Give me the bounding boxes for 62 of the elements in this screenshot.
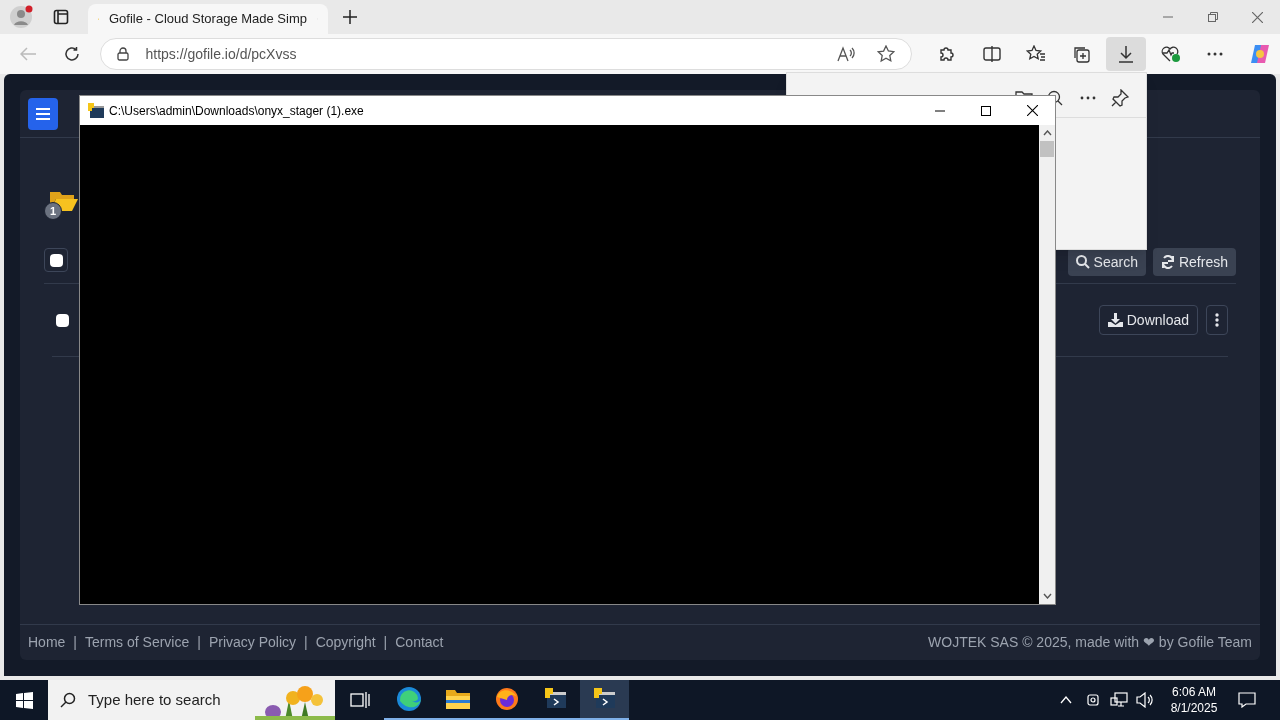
footer-link[interactable]: Contact xyxy=(395,632,444,653)
window-title: C:\Users\admin\Downloads\onyx_stager (1).exe xyxy=(109,102,365,120)
profile-icon[interactable] xyxy=(9,4,35,30)
footer-link[interactable]: Home xyxy=(28,632,66,653)
star-icon[interactable] xyxy=(876,45,895,63)
taskbar-search-box[interactable]: Type here to search xyxy=(48,680,335,720)
separator: | xyxy=(197,633,201,652)
browser-tab[interactable]: Gofile - Cloud Storage Made Simp xyxy=(88,4,328,34)
scrollbar-thumb[interactable] xyxy=(1040,141,1054,157)
refresh-icon xyxy=(1160,255,1175,269)
network-icon[interactable] xyxy=(1110,692,1128,708)
scroll-down-icon[interactable] xyxy=(1042,593,1052,599)
tab-title: Gofile - Cloud Storage Made Simp xyxy=(109,10,307,29)
more-icon xyxy=(1215,313,1219,327)
read-aloud-icon[interactable] xyxy=(836,46,855,62)
console-app-icon xyxy=(543,687,568,711)
file-checkbox[interactable] xyxy=(56,313,69,327)
download-icon xyxy=(1107,313,1123,327)
footer-link[interactable]: Terms of Service xyxy=(85,632,190,653)
footer-link[interactable]: Privacy Policy xyxy=(208,632,297,653)
lock-icon[interactable] xyxy=(117,47,130,61)
scroll-up-icon[interactable] xyxy=(1042,130,1052,136)
search-icon xyxy=(60,692,76,708)
notification-icon[interactable] xyxy=(1238,692,1256,708)
scrollbar[interactable] xyxy=(1039,125,1055,604)
minimize-icon[interactable] xyxy=(935,109,945,112)
address-bar[interactable]: https://gofile.io/d/pcXvss xyxy=(100,38,912,70)
search-icon xyxy=(1075,255,1090,269)
download-icon[interactable] xyxy=(1105,37,1146,71)
taskbar-app[interactable] xyxy=(580,680,629,720)
refresh-button[interactable]: Refresh xyxy=(1152,248,1236,276)
separator: | xyxy=(383,633,388,652)
browser-icon xyxy=(395,686,422,712)
url-text: https://gofile.io/d/pcXvss xyxy=(145,44,298,64)
task-view-icon xyxy=(349,691,370,709)
new-tab-icon[interactable] xyxy=(343,10,357,24)
maximize-icon[interactable] xyxy=(981,105,991,116)
fox-icon xyxy=(494,687,519,711)
chevron-up-icon[interactable] xyxy=(1060,696,1072,704)
start-icon[interactable] xyxy=(15,691,33,709)
separator: | xyxy=(304,633,308,652)
clock-time[interactable]: 6:06 AM xyxy=(1172,684,1216,700)
search-field[interactable]: Type here to search xyxy=(88,688,248,712)
menu-button[interactable] xyxy=(28,97,58,130)
refresh-icon[interactable] xyxy=(63,46,80,62)
pin-icon[interactable] xyxy=(1111,89,1129,107)
download-button[interactable]: Download xyxy=(1098,305,1198,335)
volume-icon[interactable] xyxy=(1136,692,1154,708)
count-badge: 1 xyxy=(44,202,62,220)
footer-link[interactable]: Copyright xyxy=(315,632,376,653)
select-all-checkbox[interactable] xyxy=(44,248,68,272)
copyright-text: WOJTEK SAS © 2025, made with ❤ by Gofile Team xyxy=(928,633,1252,652)
more-options-button[interactable] xyxy=(1206,305,1228,335)
menu-icon xyxy=(36,107,50,120)
device-icon[interactable] xyxy=(1086,692,1100,708)
separator: | xyxy=(73,633,77,652)
console-app-icon xyxy=(592,687,617,711)
clock-date[interactable]: 8/1/2025 xyxy=(1170,700,1218,716)
console-app-icon xyxy=(88,102,104,119)
tab-actions-icon[interactable] xyxy=(53,9,69,25)
search-button[interactable]: Search xyxy=(1067,248,1146,276)
restore-icon[interactable] xyxy=(1207,12,1218,22)
